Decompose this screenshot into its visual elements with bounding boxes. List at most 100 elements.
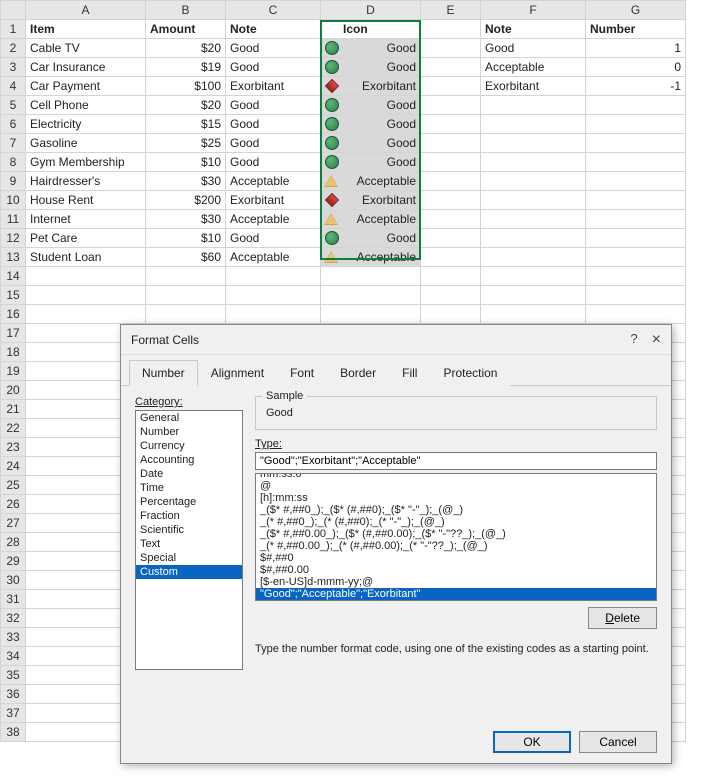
- cell[interactable]: [421, 248, 481, 267]
- tab-number[interactable]: Number: [129, 360, 198, 386]
- tab-alignment[interactable]: Alignment: [198, 360, 277, 386]
- row-header[interactable]: 17: [1, 324, 26, 343]
- cell[interactable]: $10: [146, 153, 226, 172]
- cell[interactable]: Good: [321, 58, 421, 77]
- tab-border[interactable]: Border: [327, 360, 389, 386]
- category-item[interactable]: Currency: [136, 439, 242, 453]
- cell[interactable]: Number: [586, 20, 686, 39]
- cell[interactable]: $20: [146, 39, 226, 58]
- cell[interactable]: House Rent: [26, 191, 146, 210]
- row-header[interactable]: 10: [1, 191, 26, 210]
- row-header[interactable]: 33: [1, 628, 26, 647]
- cell[interactable]: Acceptable: [321, 172, 421, 191]
- format-code-item[interactable]: _(* #,##0.00_);_(* (#,##0.00);_(* "-"??_…: [256, 540, 656, 552]
- cell[interactable]: Note: [226, 20, 321, 39]
- cell[interactable]: [421, 153, 481, 172]
- col-header[interactable]: F: [481, 1, 586, 20]
- cell[interactable]: [586, 267, 686, 286]
- cell[interactable]: [481, 172, 586, 191]
- cell[interactable]: Good: [226, 58, 321, 77]
- tab-font[interactable]: Font: [277, 360, 327, 386]
- cell[interactable]: $19: [146, 58, 226, 77]
- row-header[interactable]: 18: [1, 343, 26, 362]
- row-header[interactable]: 30: [1, 571, 26, 590]
- row-header[interactable]: 27: [1, 514, 26, 533]
- cell[interactable]: Acceptable: [321, 248, 421, 267]
- cell[interactable]: Good: [226, 153, 321, 172]
- cell[interactable]: Car Payment: [26, 77, 146, 96]
- cell[interactable]: [586, 286, 686, 305]
- cell[interactable]: Good: [321, 39, 421, 58]
- cell[interactable]: Acceptable: [321, 210, 421, 229]
- cell[interactable]: [146, 305, 226, 324]
- cell[interactable]: [421, 134, 481, 153]
- format-code-item[interactable]: "Good";"Acceptable";"Exorbitant": [256, 588, 656, 600]
- col-header[interactable]: A: [26, 1, 146, 20]
- format-code-item[interactable]: [$-en-US]d-mmm-yy;@: [256, 576, 656, 588]
- tab-protection[interactable]: Protection: [430, 360, 510, 386]
- cell[interactable]: Good: [226, 96, 321, 115]
- category-item[interactable]: Text: [136, 537, 242, 551]
- cell[interactable]: [321, 286, 421, 305]
- format-code-item[interactable]: $#,##0.00: [256, 564, 656, 576]
- cell[interactable]: [146, 267, 226, 286]
- cell[interactable]: Good: [321, 96, 421, 115]
- row-header[interactable]: 21: [1, 400, 26, 419]
- cell[interactable]: [26, 305, 146, 324]
- cell[interactable]: Exorbitant: [321, 191, 421, 210]
- cell[interactable]: [421, 58, 481, 77]
- cell[interactable]: [226, 286, 321, 305]
- cell[interactable]: [146, 286, 226, 305]
- cell[interactable]: [421, 210, 481, 229]
- cell[interactable]: Acceptable: [226, 210, 321, 229]
- cell[interactable]: Acceptable: [226, 172, 321, 191]
- cell[interactable]: Icon: [321, 20, 421, 39]
- row-header[interactable]: 25: [1, 476, 26, 495]
- row-header[interactable]: 23: [1, 438, 26, 457]
- row-header[interactable]: 28: [1, 533, 26, 552]
- cell[interactable]: [481, 305, 586, 324]
- cell[interactable]: [421, 267, 481, 286]
- category-item[interactable]: Fraction: [136, 509, 242, 523]
- cell[interactable]: Cable TV: [26, 39, 146, 58]
- row-header[interactable]: 14: [1, 267, 26, 286]
- col-header[interactable]: D: [321, 1, 421, 20]
- cell[interactable]: [481, 286, 586, 305]
- cell[interactable]: Gasoline: [26, 134, 146, 153]
- format-code-item[interactable]: $#,##0: [256, 552, 656, 564]
- cell[interactable]: [421, 96, 481, 115]
- category-item[interactable]: Date: [136, 467, 242, 481]
- cell[interactable]: [421, 39, 481, 58]
- format-code-item[interactable]: mm:ss.0: [256, 473, 656, 480]
- format-code-item[interactable]: _($* #,##0.00_);_($* (#,##0.00);_($* "-"…: [256, 528, 656, 540]
- cell[interactable]: Acceptable: [226, 248, 321, 267]
- type-input[interactable]: [255, 452, 657, 470]
- cell[interactable]: Acceptable: [481, 58, 586, 77]
- format-code-item[interactable]: @: [256, 480, 656, 492]
- cell[interactable]: [226, 305, 321, 324]
- cell[interactable]: [421, 229, 481, 248]
- cell[interactable]: $25: [146, 134, 226, 153]
- row-header[interactable]: 3: [1, 58, 26, 77]
- cell[interactable]: [481, 229, 586, 248]
- cell[interactable]: [481, 210, 586, 229]
- cell[interactable]: Good: [226, 134, 321, 153]
- category-item[interactable]: Percentage: [136, 495, 242, 509]
- cell[interactable]: $20: [146, 96, 226, 115]
- cell[interactable]: [421, 286, 481, 305]
- row-header[interactable]: 11: [1, 210, 26, 229]
- row-header[interactable]: 12: [1, 229, 26, 248]
- cell[interactable]: Good: [321, 115, 421, 134]
- cell[interactable]: Internet: [26, 210, 146, 229]
- category-item[interactable]: Scientific: [136, 523, 242, 537]
- row-header[interactable]: 24: [1, 457, 26, 476]
- cell[interactable]: Exorbitant: [321, 77, 421, 96]
- cell[interactable]: Amount: [146, 20, 226, 39]
- cell[interactable]: $200: [146, 191, 226, 210]
- row-header[interactable]: 8: [1, 153, 26, 172]
- cell[interactable]: [226, 267, 321, 286]
- cell[interactable]: [586, 153, 686, 172]
- category-item[interactable]: Special: [136, 551, 242, 565]
- cell[interactable]: Electricity: [26, 115, 146, 134]
- row-header[interactable]: 1: [1, 20, 26, 39]
